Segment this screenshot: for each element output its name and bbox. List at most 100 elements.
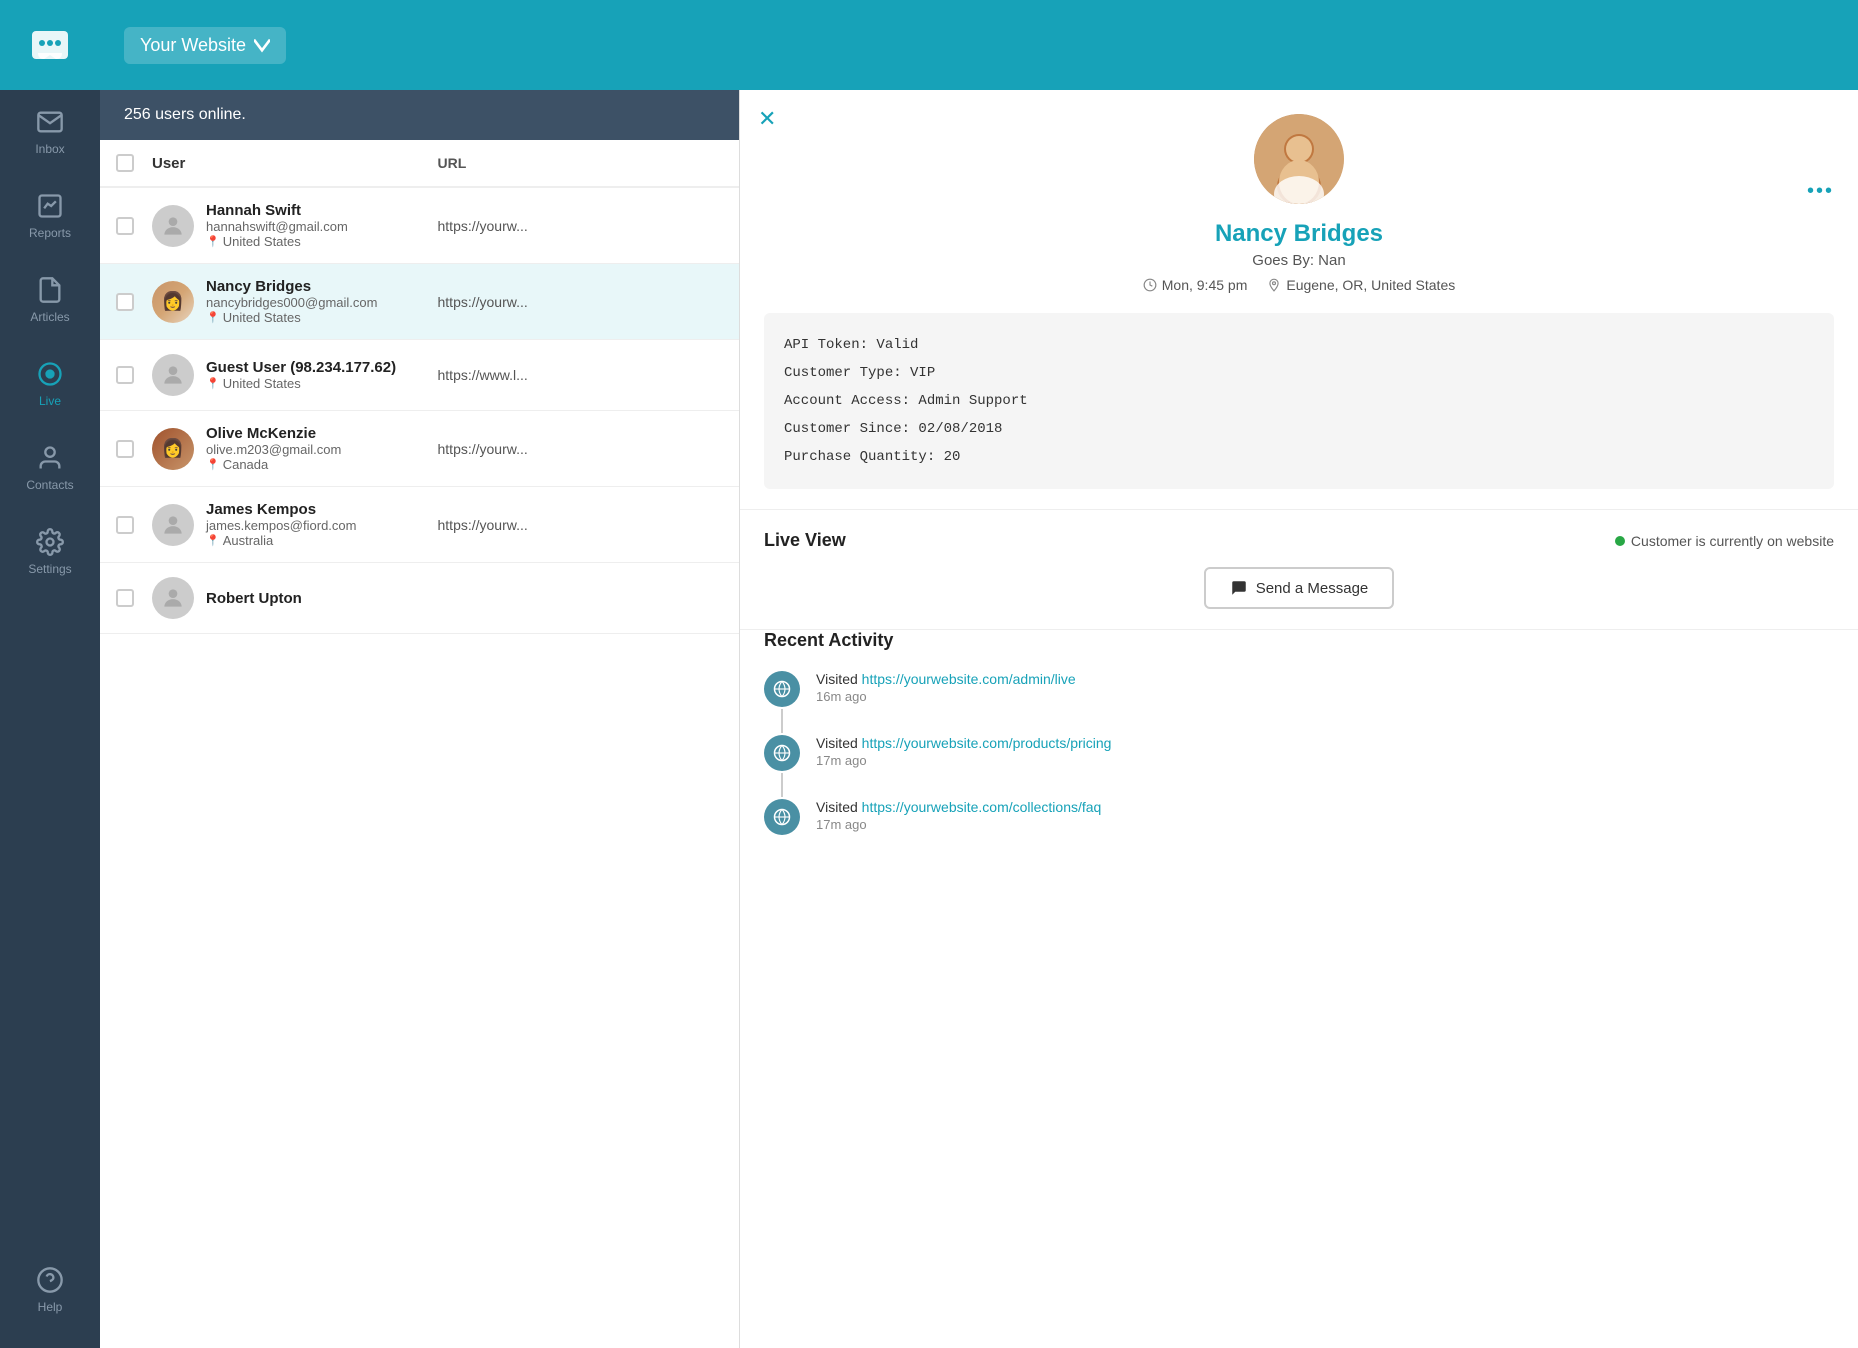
avatar <box>152 354 194 396</box>
live-view-header: Live View Customer is currently on websi… <box>764 530 1834 551</box>
user-location: 📍 United States <box>206 234 348 249</box>
timeline-connector <box>781 709 783 733</box>
detail-time-value: Mon, 9:45 pm <box>1162 277 1248 293</box>
row-checkbox[interactable] <box>116 366 134 384</box>
intercom-logo-icon <box>30 25 70 65</box>
row-checkbox[interactable] <box>116 589 134 607</box>
table-row[interactable]: Robert Upton <box>100 563 739 634</box>
sidebar-item-settings-label: Settings <box>28 562 71 576</box>
sidebar-item-reports[interactable]: Reports <box>0 174 100 258</box>
sidebar-item-inbox-label: Inbox <box>35 142 64 156</box>
user-info: Guest User (98.234.177.62) 📍 United Stat… <box>206 359 396 391</box>
row-checkbox[interactable] <box>116 516 134 534</box>
activity-text: Visited https://yourwebsite.com/collecti… <box>816 799 1834 815</box>
articles-icon <box>36 276 64 304</box>
sidebar-item-inbox[interactable]: Inbox <box>0 90 100 174</box>
user-location: 📍 Canada <box>206 457 341 472</box>
avatar: 👩 <box>152 281 194 323</box>
customer-since: Customer Since: 02/08/2018 <box>784 415 1814 443</box>
user-name: Guest User (98.234.177.62) <box>206 359 396 376</box>
table-header: User URL <box>100 140 739 188</box>
left-navigation: Inbox Reports Articles Live Contacts <box>0 0 100 1348</box>
sidebar-item-articles[interactable]: Articles <box>0 258 100 342</box>
sidebar-item-contacts-label: Contacts <box>26 478 73 492</box>
user-email: nancybridges000@gmail.com <box>206 295 377 310</box>
avatar <box>152 577 194 619</box>
table-row[interactable]: Hannah Swift hannahswift@gmail.com 📍 Uni… <box>100 188 739 264</box>
default-avatar-icon <box>160 512 186 538</box>
avatar <box>152 205 194 247</box>
sidebar-item-articles-label: Articles <box>30 310 69 324</box>
live-status: Customer is currently on website <box>1615 533 1834 549</box>
close-button[interactable]: ✕ <box>758 108 776 130</box>
website-selector-button[interactable]: Your Website <box>124 27 286 64</box>
user-email: james.kempos@fiord.com <box>206 518 356 533</box>
globe-icon <box>773 808 791 826</box>
location-pin-icon: 📍 <box>206 458 220 471</box>
nav-logo <box>0 0 100 90</box>
row-checkbox[interactable] <box>116 293 134 311</box>
users-panel: 256 users online. User URL <box>100 90 740 1348</box>
table-row[interactable]: Guest User (98.234.177.62) 📍 United Stat… <box>100 340 739 411</box>
detail-avatar <box>1254 114 1344 204</box>
table-row[interactable]: 👩 Nancy Bridges nancybridges000@gmail.co… <box>100 264 739 340</box>
activity-item: Visited https://yourwebsite.com/products… <box>764 735 1834 799</box>
clock-icon <box>1143 278 1157 292</box>
globe-icon <box>773 680 791 698</box>
default-avatar-icon <box>160 585 186 611</box>
purchase-qty: Purchase Quantity: 20 <box>784 443 1814 471</box>
detail-time: Mon, 9:45 pm <box>1143 277 1248 293</box>
location-pin-icon: 📍 <box>206 311 220 324</box>
inbox-icon <box>36 108 64 136</box>
activity-link[interactable]: https://yourwebsite.com/admin/live <box>862 671 1076 687</box>
live-status-dot <box>1615 536 1625 546</box>
sidebar-item-contacts[interactable]: Contacts <box>0 426 100 510</box>
activity-item: Visited https://yourwebsite.com/admin/li… <box>764 671 1834 735</box>
detail-avatar-area <box>740 90 1858 204</box>
user-info: Hannah Swift hannahswift@gmail.com 📍 Uni… <box>206 202 348 249</box>
content-wrapper: 256 users online. User URL <box>100 90 1858 1348</box>
activity-globe-icon <box>764 799 800 835</box>
recent-activity-section: Recent Activity <box>740 630 1858 876</box>
user-info: Olive McKenzie olive.m203@gmail.com 📍 Ca… <box>206 425 341 472</box>
user-name: Nancy Bridges <box>206 278 377 295</box>
sidebar-item-help[interactable]: Help <box>0 1248 100 1332</box>
activity-text: Visited https://yourwebsite.com/admin/li… <box>816 671 1834 687</box>
activity-link[interactable]: https://yourwebsite.com/products/pricing <box>862 735 1112 751</box>
table-row[interactable]: 👩 Olive McKenzie olive.m203@gmail.com 📍 … <box>100 411 739 487</box>
default-avatar-icon <box>160 213 186 239</box>
main-area: Your Website 256 users online. User URL <box>100 0 1858 1348</box>
api-token: API Token: Valid <box>784 331 1814 359</box>
sidebar-item-settings[interactable]: Settings <box>0 510 100 594</box>
detail-panel: ✕ ••• <box>740 90 1858 1348</box>
row-checkbox[interactable] <box>116 440 134 458</box>
detail-user-alias: Goes By: Nan <box>740 252 1858 269</box>
nancy-avatar-image <box>1254 114 1344 204</box>
activity-link[interactable]: https://yourwebsite.com/collections/faq <box>862 799 1102 815</box>
activity-line <box>764 735 800 799</box>
send-message-button[interactable]: Send a Message <box>1204 567 1395 609</box>
user-email: olive.m203@gmail.com <box>206 442 341 457</box>
sidebar-item-reports-label: Reports <box>29 226 71 240</box>
chat-bubble-icon <box>1230 579 1248 597</box>
activity-line <box>764 799 800 852</box>
detail-location-value: Eugene, OR, United States <box>1286 277 1455 293</box>
activity-globe-icon <box>764 735 800 771</box>
more-options-button[interactable]: ••• <box>1807 180 1834 203</box>
activity-content: Visited https://yourwebsite.com/products… <box>816 735 1834 799</box>
live-view-section: Live View Customer is currently on websi… <box>740 510 1858 629</box>
row-checkbox[interactable] <box>116 217 134 235</box>
activity-timeline: Visited https://yourwebsite.com/admin/li… <box>764 671 1834 852</box>
sidebar-item-live[interactable]: Live <box>0 342 100 426</box>
user-info: Nancy Bridges nancybridges000@gmail.com … <box>206 278 377 325</box>
table-row[interactable]: James Kempos james.kempos@fiord.com 📍 Au… <box>100 487 739 563</box>
user-location: 📍 Australia <box>206 533 356 548</box>
user-url: https://yourw... <box>438 441 724 457</box>
user-url: https://www.l... <box>438 367 724 383</box>
contacts-icon <box>36 444 64 472</box>
select-all-checkbox[interactable] <box>116 154 134 172</box>
location-pin-icon: 📍 <box>206 377 220 390</box>
user-name: James Kempos <box>206 501 356 518</box>
top-bar: Your Website <box>100 0 1858 90</box>
timeline-connector <box>781 773 783 797</box>
